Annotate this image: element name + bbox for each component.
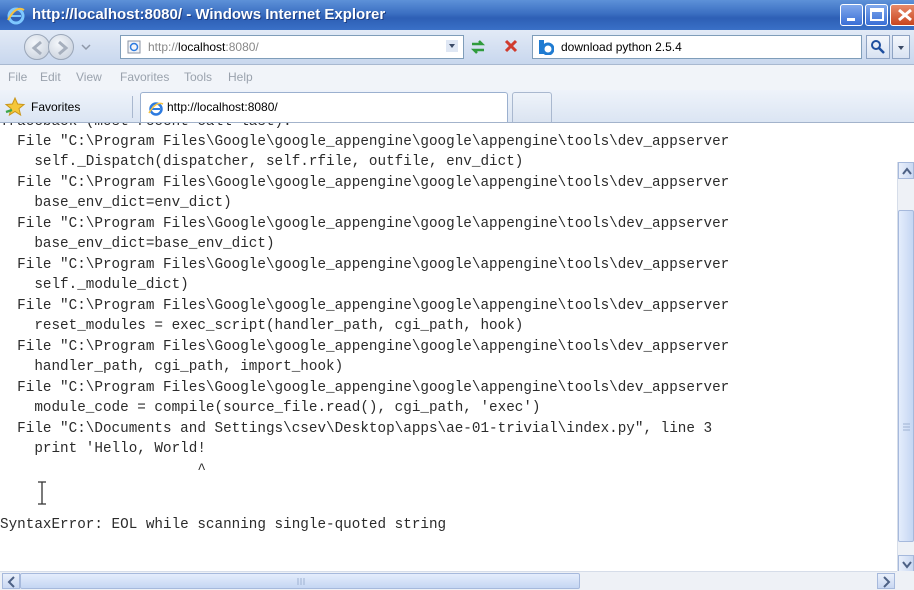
search-options-button[interactable] (892, 35, 910, 59)
traceback-line: File "C:\Program Files\Google\google_app… (0, 339, 730, 355)
scroll-right-button[interactable] (877, 573, 895, 589)
favorites-label: Favorites (31, 100, 81, 114)
traceback-line: File "C:\Program Files\Google\google_app… (0, 257, 730, 273)
ie-page-icon (148, 100, 164, 116)
horizontal-scrollbar[interactable] (0, 571, 897, 590)
menu-file[interactable]: File (8, 70, 27, 84)
traceback-line: self._module_dict) (0, 277, 189, 293)
forward-button[interactable] (48, 34, 74, 60)
address-text[interactable]: http://localhost:8080/ (148, 40, 259, 54)
traceback-line: File "C:\Program Files\Google\google_app… (0, 134, 730, 150)
search-engine-icon (538, 39, 555, 56)
window-title: http://localhost:8080/ - Windows Interne… (32, 6, 386, 23)
tab-label: http://localhost:8080/ (167, 100, 278, 114)
vertical-scroll-thumb[interactable] (898, 210, 914, 542)
favorites-star-icon (4, 96, 26, 118)
scroll-up-button[interactable] (898, 162, 914, 179)
traceback-line: reset_modules = exec_script(handler_path… (0, 318, 524, 334)
page-content: Traceback (most recent call last): File … (0, 123, 897, 571)
menu-tools[interactable]: Tools (184, 70, 212, 84)
address-dropdown-icon[interactable] (446, 39, 458, 52)
close-button[interactable] (890, 4, 914, 26)
toolbar-divider (132, 96, 133, 118)
traceback-line: base_env_dict=base_env_dict) (0, 236, 275, 252)
tab-localhost[interactable]: http://localhost:8080/ (140, 92, 508, 122)
navigation-bar: http://localhost:8080/ download python 2… (0, 30, 914, 65)
scroll-left-button[interactable] (2, 573, 20, 589)
traceback-line: module_code = compile(source_file.read()… (0, 400, 541, 416)
traceback-line: base_env_dict=env_dict) (0, 195, 232, 211)
traceback-line: File "C:\Program Files\Google\google_app… (0, 216, 730, 232)
traceback-line: print 'Hello, World! (0, 441, 206, 457)
minimize-button[interactable] (840, 4, 863, 26)
history-dropdown-icon[interactable] (80, 40, 92, 52)
favorites-button[interactable]: Favorites (4, 96, 130, 118)
maximize-button[interactable] (865, 4, 888, 26)
address-bar[interactable]: http://localhost:8080/ (120, 35, 464, 59)
ie-icon (6, 5, 26, 25)
menu-favorites[interactable]: Favorites (120, 70, 169, 84)
traceback-line: File "C:\Program Files\Google\google_app… (0, 175, 730, 191)
menu-edit[interactable]: Edit (40, 70, 61, 84)
traceback-line: File "C:\Program Files\Google\google_app… (0, 380, 730, 396)
stop-icon[interactable] (502, 37, 520, 55)
scrollbar-corner (897, 571, 914, 590)
refresh-icon[interactable] (468, 37, 488, 57)
traceback-line: Traceback (most recent call last): (0, 123, 292, 132)
vertical-scrollbar[interactable] (897, 162, 914, 572)
scroll-down-button[interactable] (898, 555, 914, 572)
menu-help[interactable]: Help (228, 70, 253, 84)
ie-window: http://localhost:8080/ - Windows Interne… (0, 0, 914, 590)
traceback-line: ^ (0, 462, 206, 478)
search-button[interactable] (866, 35, 890, 59)
favorites-bar: Favorites http://localhost:8080/ (0, 90, 914, 123)
back-button[interactable] (24, 34, 50, 60)
search-input[interactable]: download python 2.5.4 (561, 40, 682, 54)
traceback-line: File "C:\Documents and Settings\csev\Des… (0, 421, 713, 437)
i-beam-cursor-icon (36, 481, 48, 505)
traceback-line: handler_path, cgi_path, import_hook) (0, 359, 344, 375)
menu-view[interactable]: View (76, 70, 102, 84)
menu-bar: File Edit View Favorites Tools Help (0, 65, 914, 91)
horizontal-scroll-thumb[interactable] (20, 573, 580, 589)
search-box[interactable]: download python 2.5.4 (532, 35, 862, 59)
error-message: SyntaxError: EOL while scanning single-q… (0, 517, 447, 533)
traceback-line: File "C:\Program Files\Google\google_app… (0, 298, 730, 314)
title-bar: http://localhost:8080/ - Windows Interne… (0, 0, 914, 30)
traceback-line: self._Dispatch(dispatcher, self.rfile, o… (0, 154, 524, 170)
page-icon (127, 40, 141, 54)
new-tab-button[interactable] (512, 92, 552, 122)
